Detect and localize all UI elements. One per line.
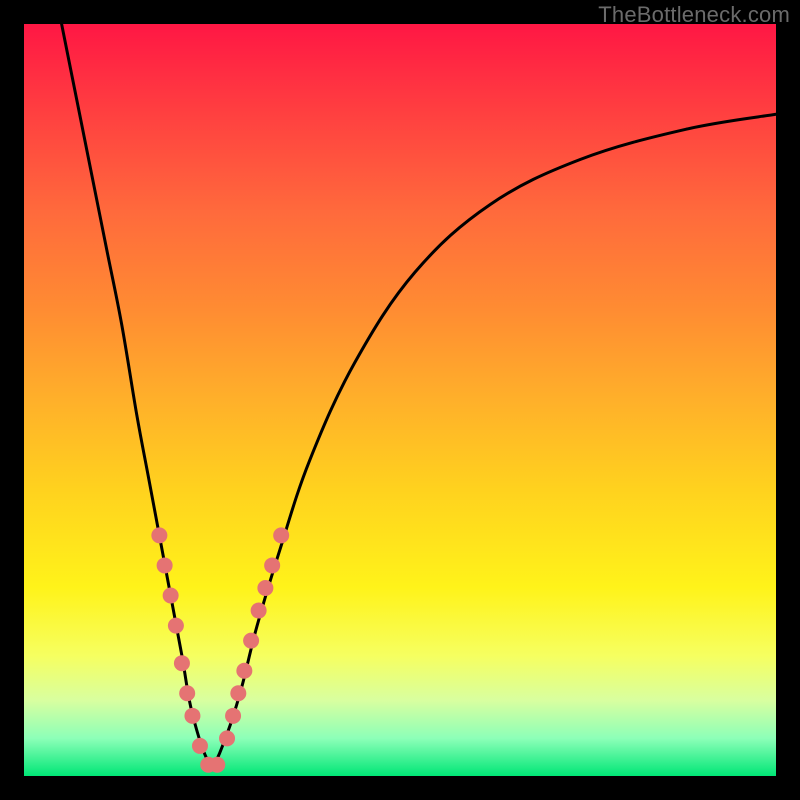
data-marker bbox=[163, 588, 179, 604]
data-marker bbox=[225, 708, 241, 724]
data-marker bbox=[209, 757, 225, 773]
data-marker bbox=[151, 527, 167, 543]
curve-left-branch bbox=[62, 24, 212, 768]
data-marker bbox=[230, 685, 246, 701]
data-marker bbox=[192, 738, 208, 754]
curve-right-branch bbox=[212, 114, 776, 768]
data-marker bbox=[273, 527, 289, 543]
data-marker bbox=[236, 663, 252, 679]
data-marker bbox=[168, 618, 184, 634]
data-marker bbox=[264, 557, 280, 573]
data-marker bbox=[257, 580, 273, 596]
data-marker bbox=[157, 557, 173, 573]
chart-frame: TheBottleneck.com bbox=[0, 0, 800, 800]
data-marker bbox=[179, 685, 195, 701]
chart-svg bbox=[24, 24, 776, 776]
data-marker bbox=[219, 730, 235, 746]
data-marker bbox=[243, 633, 259, 649]
watermark-text: TheBottleneck.com bbox=[598, 2, 790, 28]
data-marker bbox=[184, 708, 200, 724]
data-marker bbox=[174, 655, 190, 671]
data-marker bbox=[251, 603, 267, 619]
plot-area bbox=[24, 24, 776, 776]
